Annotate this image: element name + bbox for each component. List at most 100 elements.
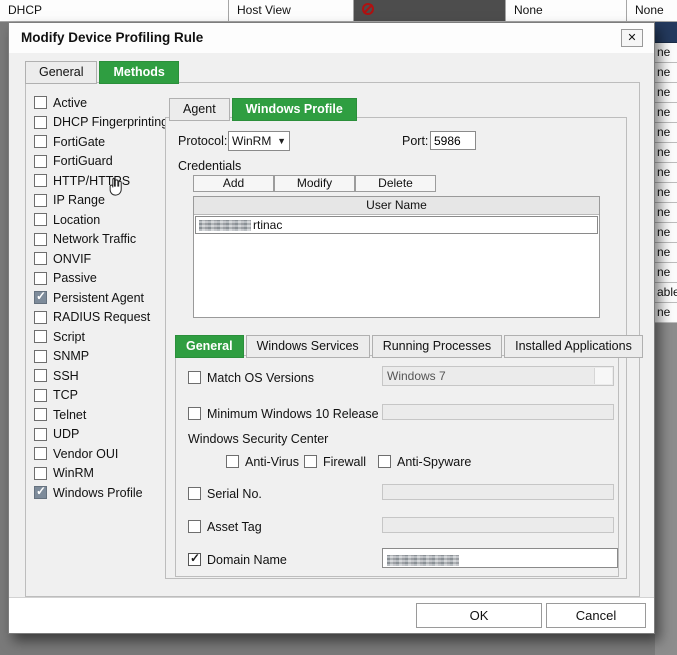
checkbox[interactable] <box>34 389 47 402</box>
checkbox[interactable] <box>34 311 47 324</box>
checkbox[interactable] <box>34 135 47 148</box>
add-button[interactable]: Add <box>193 175 274 192</box>
screen: DHCP Host View None None ne ne ne ne ne … <box>0 0 677 655</box>
method-ssh[interactable]: SSH <box>34 366 174 386</box>
redacted-text <box>199 220 251 231</box>
method-label: Windows Profile <box>53 486 143 500</box>
subtab-running-processes[interactable]: Running Processes <box>372 335 502 358</box>
user-name-column-header: User Name <box>194 197 599 215</box>
ok-button[interactable]: OK <box>416 603 542 628</box>
checkbox[interactable] <box>188 371 201 384</box>
checkbox[interactable] <box>34 428 47 441</box>
checkbox[interactable] <box>34 194 47 207</box>
firewall-label: Firewall <box>323 455 366 469</box>
match-os-versions-label: Match OS Versions <box>207 371 314 385</box>
credential-row[interactable]: rtinac <box>195 216 598 234</box>
method-passive[interactable]: Passive <box>34 269 174 289</box>
checkbox[interactable] <box>34 369 47 382</box>
combo-button[interactable] <box>594 368 612 384</box>
method-winrm[interactable]: WinRM <box>34 464 174 484</box>
min-windows10-field[interactable] <box>382 404 614 420</box>
method-snmp[interactable]: SNMP <box>34 347 174 367</box>
method-label: SNMP <box>53 349 89 363</box>
checkbox[interactable] <box>188 553 201 566</box>
subtab-general[interactable]: General <box>175 335 244 358</box>
delete-button[interactable]: Delete <box>355 175 436 192</box>
checkbox[interactable] <box>34 116 47 129</box>
anti-virus-row[interactable]: Anti-Virus <box>226 452 299 472</box>
checkbox[interactable] <box>226 455 239 468</box>
checkbox[interactable] <box>188 407 201 420</box>
serial-no-label: Serial No. <box>207 487 262 501</box>
asset-tag-field[interactable] <box>382 517 614 533</box>
method-persistent-agent[interactable]: Persistent Agent <box>34 288 174 308</box>
tab-agent[interactable]: Agent <box>169 98 230 121</box>
checkbox[interactable] <box>34 213 47 226</box>
port-input[interactable] <box>430 131 476 150</box>
cancel-button[interactable]: Cancel <box>546 603 646 628</box>
subtab-installed-applications[interactable]: Installed Applications <box>504 335 643 358</box>
checkbox[interactable] <box>34 291 47 304</box>
redacted-text <box>387 555 459 566</box>
method-network-traffic[interactable]: Network Traffic <box>34 230 174 250</box>
method-radius-request[interactable]: RADIUS Request <box>34 308 174 328</box>
method-udp[interactable]: UDP <box>34 425 174 445</box>
method-dhcp-fingerprinting[interactable]: DHCP Fingerprinting <box>34 113 174 133</box>
checkbox[interactable] <box>188 520 201 533</box>
checkbox[interactable] <box>34 350 47 363</box>
subtab-windows-services[interactable]: Windows Services <box>246 335 370 358</box>
credentials-label: Credentials <box>178 159 241 173</box>
tab-windows-profile[interactable]: Windows Profile <box>232 98 357 121</box>
modify-button[interactable]: Modify <box>274 175 355 192</box>
method-fortiguard[interactable]: FortiGuard <box>34 152 174 172</box>
chevron-down-icon: ▼ <box>277 136 286 146</box>
checkbox[interactable] <box>34 447 47 460</box>
serial-no-row[interactable]: Serial No. <box>188 484 262 504</box>
bg-row: able <box>655 283 677 303</box>
checkbox[interactable] <box>34 486 47 499</box>
asset-tag-row[interactable]: Asset Tag <box>188 517 262 537</box>
checkbox[interactable] <box>378 455 391 468</box>
methods-panel: Active DHCP Fingerprinting FortiGate For… <box>25 82 640 597</box>
method-http-https[interactable]: HTTP/HTTPS <box>34 171 174 191</box>
close-icon[interactable]: ✕ <box>621 29 643 47</box>
method-script[interactable]: Script <box>34 327 174 347</box>
prohibited-icon <box>362 3 374 15</box>
checkbox[interactable] <box>34 233 47 246</box>
method-ip-range[interactable]: IP Range <box>34 191 174 211</box>
checkbox[interactable] <box>34 96 47 109</box>
checkbox[interactable] <box>34 174 47 187</box>
firewall-row[interactable]: Firewall <box>304 452 366 472</box>
domain-name-field[interactable] <box>382 548 618 568</box>
checkbox[interactable] <box>34 252 47 265</box>
method-active[interactable]: Active <box>34 93 174 113</box>
method-fortigate[interactable]: FortiGate <box>34 132 174 152</box>
domain-name-row[interactable]: Domain Name <box>188 550 287 570</box>
match-os-versions-field[interactable]: Windows 7 <box>382 366 614 386</box>
profile-sub-tabs: GeneralWindows ServicesRunning Processes… <box>175 335 645 358</box>
method-label: IP Range <box>53 193 105 207</box>
method-telnet[interactable]: Telnet <box>34 405 174 425</box>
checkbox[interactable] <box>304 455 317 468</box>
serial-no-field[interactable] <box>382 484 614 500</box>
checkbox[interactable] <box>34 467 47 480</box>
min-windows10-label: Minimum Windows 10 Release <box>207 407 379 421</box>
method-label: Network Traffic <box>53 232 136 246</box>
checkbox[interactable] <box>34 272 47 285</box>
method-label: FortiGuard <box>53 154 113 168</box>
method-vendor-oui[interactable]: Vendor OUI <box>34 444 174 464</box>
tab-general[interactable]: General <box>25 61 97 84</box>
checkbox[interactable] <box>34 408 47 421</box>
protocol-select[interactable]: WinRM ▼ <box>228 131 290 151</box>
checkbox[interactable] <box>34 155 47 168</box>
tab-methods[interactable]: Methods <box>99 61 178 84</box>
method-location[interactable]: Location <box>34 210 174 230</box>
method-tcp[interactable]: TCP <box>34 386 174 406</box>
min-windows10-row[interactable]: Minimum Windows 10 Release <box>188 404 379 424</box>
method-onvif[interactable]: ONVIF <box>34 249 174 269</box>
method-windows-profile[interactable]: Windows Profile <box>34 483 174 503</box>
checkbox[interactable] <box>188 487 201 500</box>
match-os-versions-row[interactable]: Match OS Versions <box>188 368 314 388</box>
anti-spyware-row[interactable]: Anti-Spyware <box>378 452 471 472</box>
checkbox[interactable] <box>34 330 47 343</box>
